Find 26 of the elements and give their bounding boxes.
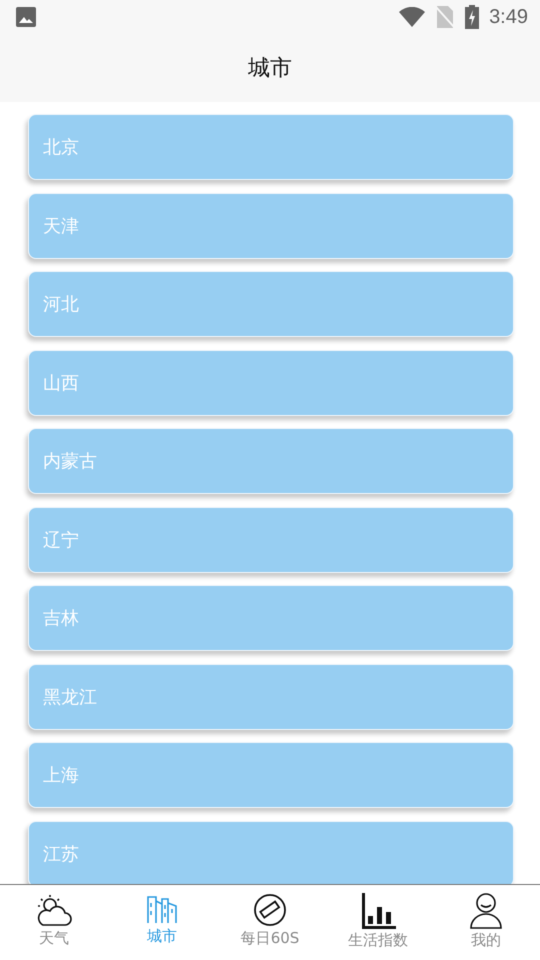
city-item[interactable]: 河北 — [28, 271, 514, 337]
page-title: 城市 — [248, 55, 292, 83]
city-item[interactable]: 吉林 — [28, 585, 514, 651]
status-time: 3:49 — [489, 6, 528, 28]
nav-tab[interactable]: 我的 — [432, 885, 540, 960]
nav-tab[interactable]: 天气 — [0, 885, 108, 960]
user-icon — [470, 893, 502, 929]
wifi-icon — [399, 7, 426, 27]
city-item[interactable]: 江苏 — [28, 820, 514, 884]
buildings-icon — [146, 893, 178, 925]
city-item[interactable]: 辽宁 — [28, 506, 514, 572]
city-item[interactable]: 北京 — [28, 114, 514, 180]
bar-chart-icon — [360, 893, 396, 929]
city-item[interactable]: 天津 — [28, 192, 514, 258]
ruler-circle-icon — [253, 893, 287, 927]
city-item[interactable]: 山西 — [28, 350, 514, 416]
battery-charging-icon — [465, 5, 480, 29]
city-item[interactable]: 上海 — [28, 742, 514, 808]
cloud-sun-icon — [35, 893, 73, 927]
city-item[interactable]: 内蒙古 — [28, 428, 514, 494]
nav-tab[interactable]: 生活指数 — [324, 885, 432, 960]
nav-tab[interactable]: 城市 — [108, 885, 216, 960]
image-icon — [16, 7, 36, 27]
no-sim-icon — [435, 6, 456, 28]
city-item[interactable]: 黑龙江 — [28, 664, 514, 730]
nav-tab[interactable]: 每日60S — [216, 885, 324, 960]
